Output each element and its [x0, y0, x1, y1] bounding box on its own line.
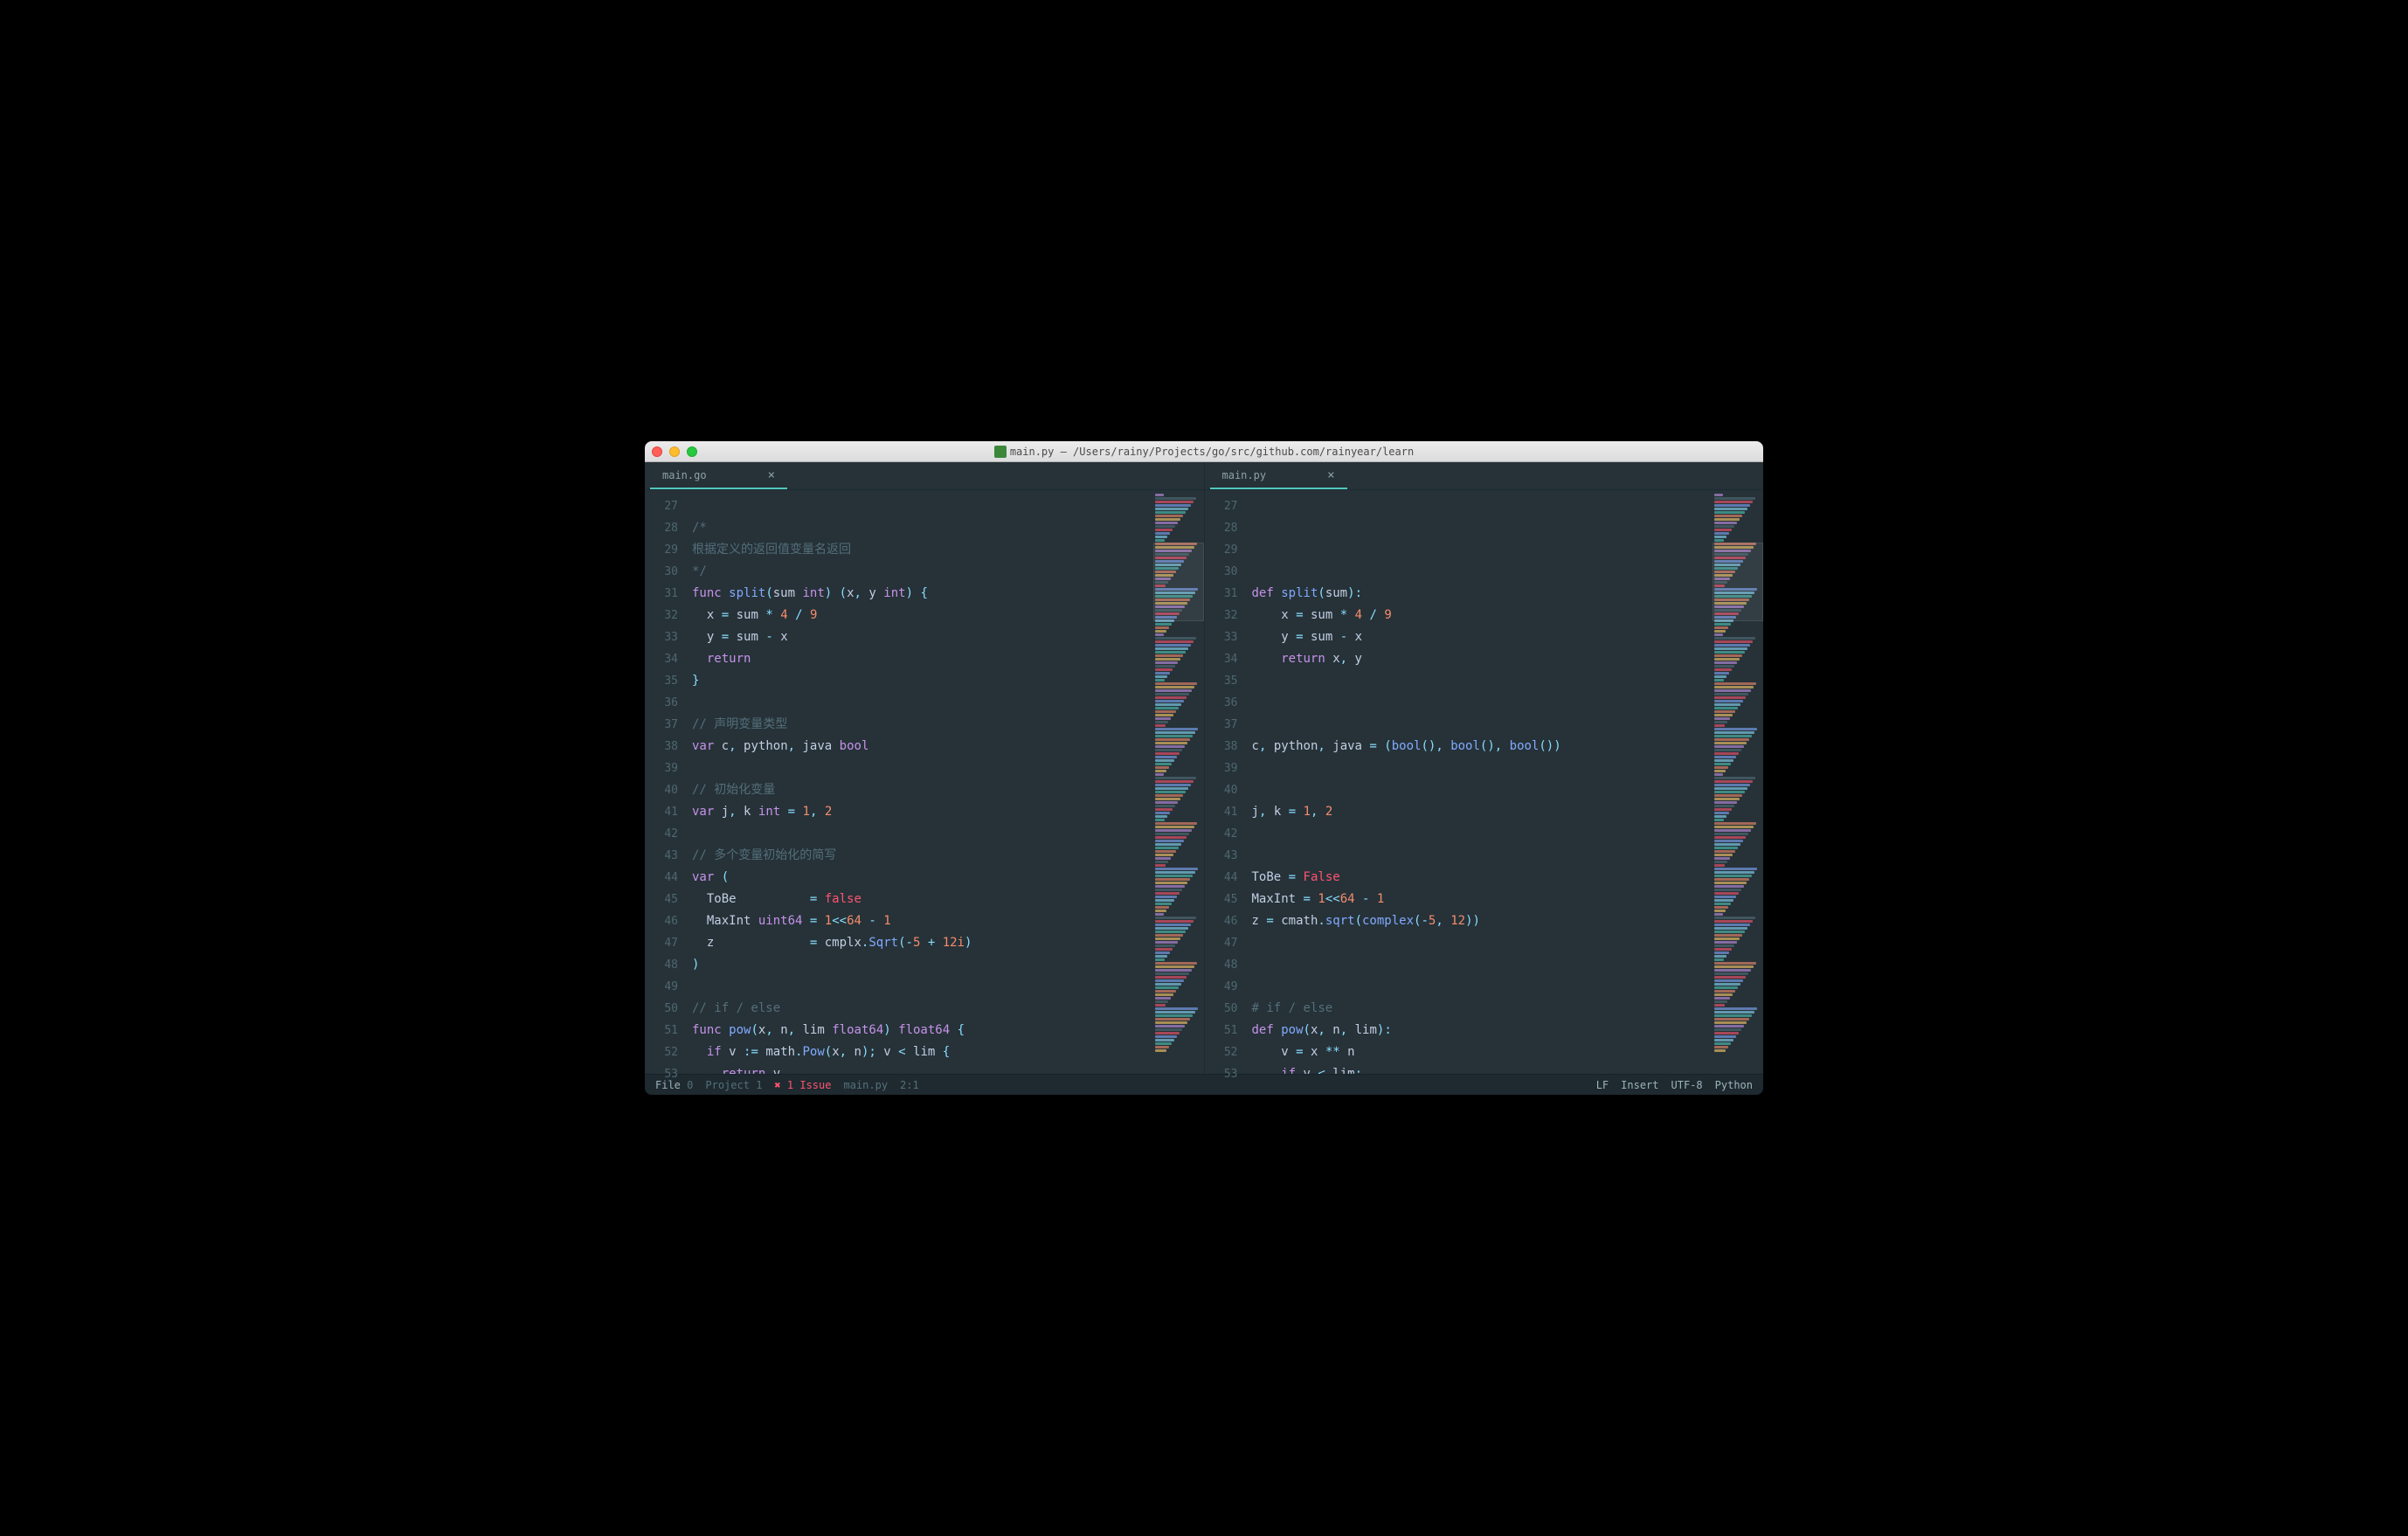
- tab-label: main.py: [1222, 469, 1267, 481]
- minimize-window-button[interactable]: [669, 446, 680, 457]
- minimap[interactable]: [1153, 490, 1204, 1074]
- status-project-label: Project: [705, 1079, 750, 1091]
- status-issue-text: 1 Issue: [787, 1079, 832, 1091]
- status-cursor[interactable]: 2:1: [900, 1079, 919, 1091]
- minimap[interactable]: [1713, 490, 1763, 1074]
- status-issues[interactable]: ✖ 1 Issue: [774, 1079, 831, 1091]
- status-insert-mode[interactable]: Insert: [1621, 1079, 1658, 1091]
- titlebar[interactable]: main.py — /Users/rainy/Projects/go/src/g…: [645, 441, 1763, 462]
- code-content[interactable]: /*根据定义的返回值变量名返回*/func split(sum int) (x,…: [687, 490, 1153, 1074]
- left-pane: main.go × 27282930313233343536373839404142…: [645, 462, 1205, 1074]
- traffic-lights: [652, 446, 697, 457]
- split-panes: main.go × 27282930313233343536373839404142…: [645, 462, 1763, 1074]
- window-title: main.py — /Users/rainy/Projects/go/src/g…: [645, 446, 1763, 458]
- minimap-viewport[interactable]: [1713, 543, 1763, 621]
- file-tab[interactable]: main.py ×: [1210, 462, 1347, 489]
- tab-bar: main.go ×: [645, 462, 1204, 490]
- line-number-gutter[interactable]: 2728293031323334353637383940414243444546…: [1205, 490, 1247, 1074]
- editor-area[interactable]: 2728293031323334353637383940414243444546…: [1205, 490, 1764, 1074]
- window-title-text: main.py — /Users/rainy/Projects/go/src/g…: [1010, 446, 1414, 458]
- line-number-gutter[interactable]: 2728293031323334353637383940414243444546…: [645, 490, 687, 1074]
- status-encoding[interactable]: UTF-8: [1671, 1079, 1703, 1091]
- status-path[interactable]: main.py: [843, 1079, 888, 1091]
- status-line-ending[interactable]: LF: [1596, 1079, 1609, 1091]
- error-icon: ✖: [774, 1079, 780, 1091]
- close-tab-icon[interactable]: ×: [1327, 468, 1334, 482]
- tab-bar: main.py ×: [1205, 462, 1764, 490]
- close-window-button[interactable]: [652, 446, 662, 457]
- maximize-window-button[interactable]: [687, 446, 697, 457]
- python-file-icon: [994, 446, 1007, 458]
- tab-label: main.go: [662, 469, 707, 481]
- status-file-count: 0: [687, 1079, 693, 1091]
- status-project-count: 1: [756, 1079, 762, 1091]
- code-content[interactable]: def split(sum): x = sum * 4 / 9 y = sum …: [1247, 490, 1713, 1074]
- status-language[interactable]: Python: [1715, 1079, 1753, 1091]
- status-project[interactable]: Project 1: [705, 1079, 762, 1091]
- minimap-viewport[interactable]: [1153, 543, 1204, 621]
- close-tab-icon[interactable]: ×: [768, 468, 775, 482]
- file-tab[interactable]: main.go ×: [650, 462, 787, 489]
- right-pane: main.py × 27282930313233343536373839404142…: [1205, 462, 1764, 1074]
- editor-window: main.py — /Users/rainy/Projects/go/src/g…: [645, 441, 1763, 1095]
- editor-area[interactable]: 2728293031323334353637383940414243444546…: [645, 490, 1204, 1074]
